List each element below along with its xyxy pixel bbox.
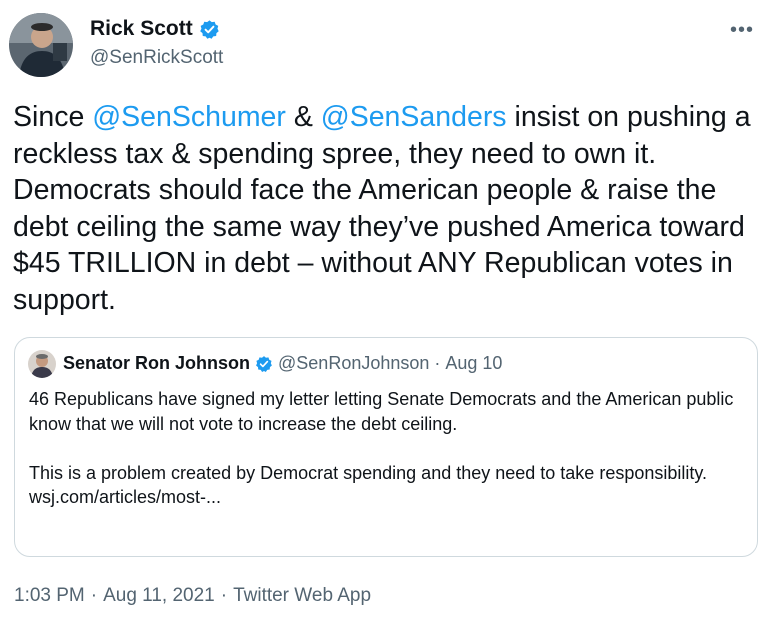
quoted-author-avatar — [28, 350, 56, 378]
quoted-author-handle: @SenRonJohnson — [278, 353, 430, 373]
verified-badge-icon — [199, 19, 220, 40]
author-avatar[interactable] — [9, 13, 73, 77]
mention-link[interactable]: @SenSchumer — [92, 101, 286, 133]
separator-dot: · — [434, 353, 441, 373]
tweet: Rick Scott @SenRickScott ••• Since @SenS… — [0, 0, 768, 624]
quoted-tweet-card[interactable]: Senator Ron Johnson @SenRonJohnson · Aug… — [14, 337, 758, 557]
mention-link[interactable]: @SenSanders — [321, 101, 507, 133]
author-name[interactable]: Rick Scott — [90, 17, 193, 41]
quoted-tweet-header: Senator Ron Johnson @SenRonJohnson · Aug… — [63, 353, 502, 374]
tweet-source[interactable]: Twitter Web App — [233, 585, 371, 607]
tweet-time[interactable]: 1:03 PM — [14, 585, 85, 607]
quoted-tweet-date: Aug 10 — [445, 353, 503, 373]
tweet-text-part: Since — [13, 101, 93, 133]
tweet-text: Since @SenSchumer & @SenSanders insist o… — [13, 99, 761, 318]
quoted-paragraph: This is a problem created by Democrat sp… — [29, 462, 708, 483]
verified-badge-icon — [255, 355, 273, 373]
author-handle[interactable]: @SenRickScott — [90, 47, 223, 69]
tweet-metadata: 1:03 PM · Aug 11, 2021 · Twitter Web App — [14, 585, 371, 607]
quoted-link: wsj.com/articles/most-... — [29, 487, 222, 507]
quoted-tweet-text: 46 Republicans have signed my letter let… — [29, 387, 749, 510]
more-options-icon[interactable]: ••• — [730, 20, 754, 40]
author-name-row: Rick Scott — [90, 17, 220, 41]
quoted-author-name: Senator Ron Johnson — [63, 353, 251, 373]
tweet-date[interactable]: Aug 11, 2021 — [103, 585, 215, 607]
tweet-text-part: insist on pushing a reckless tax & spend… — [13, 101, 751, 316]
separator-dot: · — [90, 585, 98, 606]
quoted-paragraph: 46 Republicans have signed my letter let… — [29, 389, 734, 434]
tweet-text-part: & — [285, 101, 321, 133]
separator-dot: · — [220, 585, 228, 606]
